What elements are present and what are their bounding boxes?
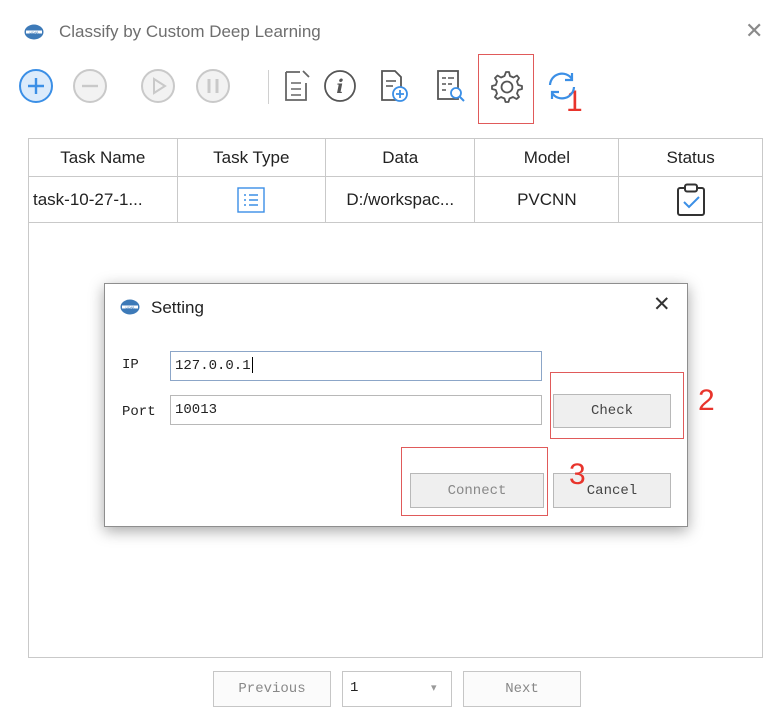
cell-data[interactable]: D:/workspac... [325, 176, 476, 223]
port-input[interactable]: 10013 [170, 395, 542, 425]
table-header-row: Task Name Task Type Data Model Status [28, 138, 763, 177]
svg-text:LIDAR: LIDAR [30, 30, 39, 34]
annotation-number-3: 3 [569, 458, 586, 491]
pause-task-button[interactable] [191, 64, 235, 108]
column-header-status[interactable]: Status [618, 138, 763, 177]
start-task-button[interactable] [136, 64, 180, 108]
edit-document-icon [285, 70, 310, 101]
ip-input[interactable]: 127.0.0.1 [170, 351, 542, 381]
clipboard-check-icon [676, 183, 705, 216]
next-page-button[interactable]: Next [463, 671, 581, 707]
window-title: Classify by Custom Deep Learning [59, 22, 321, 41]
info-icon: i [324, 70, 356, 102]
add-task-button[interactable] [14, 64, 58, 108]
column-header-data[interactable]: Data [325, 138, 476, 177]
dialog-logo-icon: LIDAR [120, 299, 140, 315]
edit-task-button[interactable] [275, 64, 319, 108]
page-select-value: 1 [350, 680, 359, 696]
remove-task-button[interactable] [68, 64, 112, 108]
setting-dialog: LIDAR Setting ✕ IP 127.0.0.1 Port 10013 … [104, 283, 715, 527]
settings-button[interactable] [484, 64, 528, 108]
info-button[interactable]: i [318, 64, 362, 108]
refresh-button[interactable] [540, 64, 584, 108]
text-cursor [251, 357, 253, 374]
chevron-down-icon: ▾ [431, 682, 437, 694]
window-close-button[interactable]: ✕ [745, 18, 763, 44]
port-input-value: 10013 [175, 402, 218, 418]
column-header-model[interactable]: Model [474, 138, 620, 177]
gear-icon [491, 71, 523, 103]
list-icon [237, 186, 265, 213]
toolbar-separator [268, 70, 269, 104]
cell-task-name[interactable]: task-10-27-1... [28, 176, 178, 223]
cell-task-type[interactable] [176, 176, 327, 223]
app-logo-icon: LIDAR [24, 24, 44, 40]
ip-label: IP [122, 357, 139, 373]
inspect-button[interactable] [429, 64, 473, 108]
new-file-button[interactable] [372, 64, 416, 108]
connect-highlight-box [401, 447, 548, 516]
check-highlight-box [550, 372, 684, 439]
pause-circle-icon [196, 69, 230, 103]
ip-input-value: 127.0.0.1 [175, 358, 251, 374]
column-header-task-name[interactable]: Task Name [28, 138, 178, 177]
annotation-number-2: 2 [698, 384, 715, 417]
task-table: Task Name Task Type Data Model Status ta… [28, 138, 763, 223]
page-select[interactable]: 1 ▾ [342, 671, 452, 707]
play-circle-icon [141, 69, 175, 103]
dialog-title: Setting [151, 298, 204, 317]
column-header-task-type[interactable]: Task Type [176, 138, 327, 177]
previous-page-button[interactable]: Previous [213, 671, 331, 707]
svg-text:i: i [336, 76, 343, 98]
svg-text:LIDAR: LIDAR [126, 305, 135, 309]
checklist-search-icon [437, 70, 465, 102]
cell-status[interactable] [618, 176, 763, 223]
minus-circle-icon [73, 69, 107, 103]
plus-circle-icon [19, 69, 53, 103]
cell-model[interactable]: PVCNN [474, 176, 620, 223]
dialog-close-button[interactable]: ✕ [653, 292, 671, 317]
table-row[interactable]: task-10-27-1... D:/workspac... PVCNN [28, 176, 763, 223]
port-label: Port [122, 404, 156, 420]
refresh-icon [548, 72, 576, 100]
add-file-icon [381, 70, 408, 102]
